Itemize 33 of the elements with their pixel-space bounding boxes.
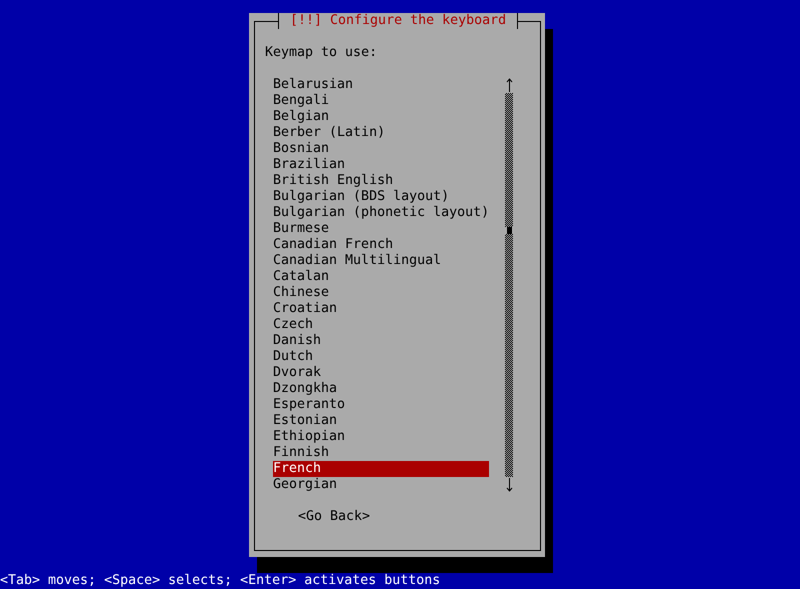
keymap-option[interactable]: Bosnian bbox=[273, 141, 489, 157]
keymap-option[interactable]: Esperanto bbox=[273, 397, 489, 413]
keymap-option[interactable]: Finnish bbox=[273, 445, 489, 461]
keymap-option[interactable]: Danish bbox=[273, 333, 489, 349]
keymap-option[interactable]: British English bbox=[273, 173, 489, 189]
scrollbar-thumb[interactable] bbox=[506, 227, 512, 234]
keymap-option[interactable]: French bbox=[273, 461, 489, 477]
keymap-option[interactable]: Catalan bbox=[273, 269, 489, 285]
keymap-option[interactable]: Berber (Latin) bbox=[273, 125, 489, 141]
keymap-option[interactable]: Bulgarian (BDS layout) bbox=[273, 189, 489, 205]
keymap-option[interactable]: Dvorak bbox=[273, 365, 489, 381]
keymap-option[interactable]: Estonian bbox=[273, 413, 489, 429]
keymap-option[interactable]: Belarusian bbox=[273, 77, 489, 93]
keymap-option[interactable]: Ethiopian bbox=[273, 429, 489, 445]
status-bar-hint: <Tab> moves; <Space> selects; <Enter> activates buttons bbox=[0, 573, 440, 589]
scroll-up-arrow-icon bbox=[506, 77, 512, 93]
keymap-option[interactable]: Chinese bbox=[273, 285, 489, 301]
keymap-option[interactable]: Belgian bbox=[273, 109, 489, 125]
keymap-option[interactable]: Canadian French bbox=[273, 237, 489, 253]
keymap-option[interactable]: Burmese bbox=[273, 221, 489, 237]
keymap-option[interactable]: Brazilian bbox=[273, 157, 489, 173]
keymap-option[interactable]: Bulgarian (phonetic layout) bbox=[273, 205, 489, 221]
keymap-option[interactable]: Bengali bbox=[273, 93, 489, 109]
keymap-option[interactable]: Czech bbox=[273, 317, 489, 333]
keymap-option[interactable]: Canadian Multilingual bbox=[273, 253, 489, 269]
keymap-option[interactable]: Dzongkha bbox=[273, 381, 489, 397]
keymap-option[interactable]: Croatian bbox=[273, 301, 489, 317]
keymap-option[interactable]: Dutch bbox=[273, 349, 489, 365]
scroll-down-arrow-icon bbox=[506, 477, 512, 493]
keymap-option[interactable]: Georgian bbox=[273, 477, 489, 493]
dialog-title: [!!] Configure the keyboard bbox=[278, 13, 518, 29]
prompt-label: Keymap to use: bbox=[265, 45, 378, 61]
go-back-button[interactable]: <Go Back> bbox=[298, 509, 370, 525]
